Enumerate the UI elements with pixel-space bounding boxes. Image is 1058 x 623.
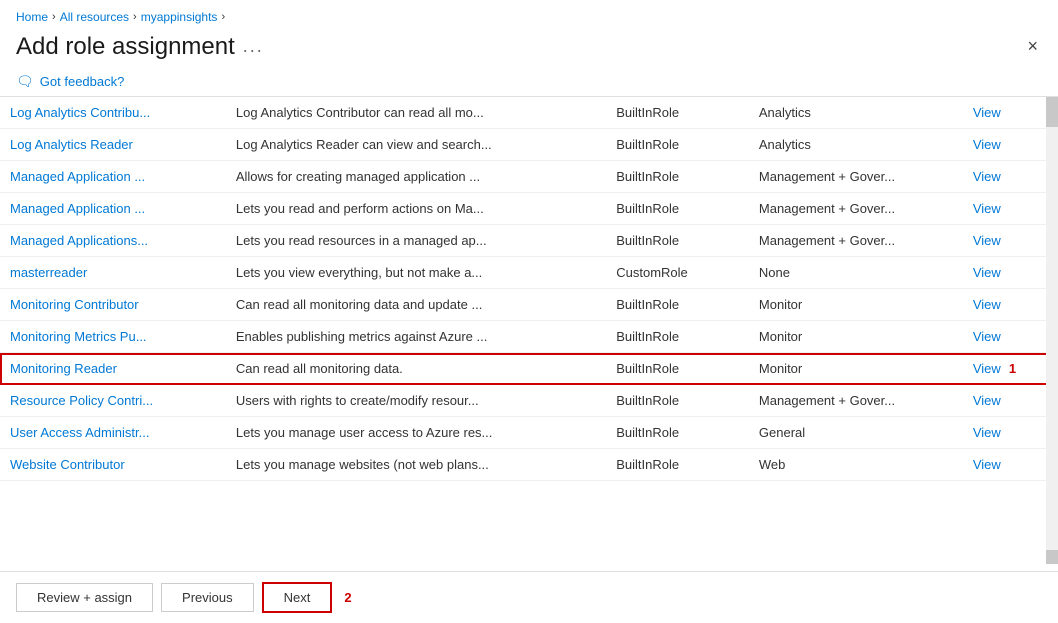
role-description: Lets you read and perform actions on Ma.… bbox=[226, 193, 606, 225]
role-view-link[interactable]: View bbox=[963, 385, 1058, 417]
title-row: Add role assignment ... bbox=[16, 33, 264, 61]
page-title: Add role assignment bbox=[16, 33, 235, 61]
role-name: Resource Policy Contri... bbox=[0, 385, 226, 417]
role-category: None bbox=[749, 257, 963, 289]
role-description: Allows for creating managed application … bbox=[226, 161, 606, 193]
role-description: Users with rights to create/modify resou… bbox=[226, 385, 606, 417]
role-view-link[interactable]: View bbox=[963, 129, 1058, 161]
role-type: BuiltInRole bbox=[606, 97, 749, 129]
role-view-link[interactable]: View bbox=[963, 97, 1058, 129]
table-row[interactable]: Monitoring Metrics Pu...Enables publishi… bbox=[0, 321, 1058, 353]
role-type: BuiltInRole bbox=[606, 353, 749, 385]
more-icon[interactable]: ... bbox=[243, 36, 264, 57]
role-category: Monitor bbox=[749, 353, 963, 385]
breadcrumb-all-resources[interactable]: All resources bbox=[60, 10, 129, 24]
role-category: Analytics bbox=[749, 97, 963, 129]
role-category: Monitor bbox=[749, 321, 963, 353]
role-description: Lets you view everything, but not make a… bbox=[226, 257, 606, 289]
role-type: BuiltInRole bbox=[606, 161, 749, 193]
role-name: User Access Administr... bbox=[0, 417, 226, 449]
row-badge: 1 bbox=[1009, 361, 1016, 376]
role-view-link[interactable]: View1 bbox=[963, 353, 1058, 385]
role-type: BuiltInRole bbox=[606, 225, 749, 257]
role-view-link[interactable]: View bbox=[963, 193, 1058, 225]
roles-table-container: Log Analytics Contribu...Log Analytics C… bbox=[0, 96, 1058, 564]
scrollbar[interactable] bbox=[1046, 97, 1058, 564]
table-row[interactable]: User Access Administr...Lets you manage … bbox=[0, 417, 1058, 449]
role-type: CustomRole bbox=[606, 257, 749, 289]
feedback-link[interactable]: Got feedback? bbox=[40, 74, 125, 89]
role-description: Enables publishing metrics against Azure… bbox=[226, 321, 606, 353]
role-view-link[interactable]: View bbox=[963, 417, 1058, 449]
role-description: Lets you manage user access to Azure res… bbox=[226, 417, 606, 449]
role-name: Monitoring Reader bbox=[0, 353, 226, 385]
role-name: Monitoring Metrics Pu... bbox=[0, 321, 226, 353]
role-name: Monitoring Contributor bbox=[0, 289, 226, 321]
breadcrumb-sep-3: › bbox=[221, 11, 225, 23]
role-category: Monitor bbox=[749, 289, 963, 321]
role-name: masterreader bbox=[0, 257, 226, 289]
table-row[interactable]: Managed Application ...Allows for creati… bbox=[0, 161, 1058, 193]
role-view-link[interactable]: View bbox=[963, 289, 1058, 321]
role-type: BuiltInRole bbox=[606, 385, 749, 417]
next-button[interactable]: Next bbox=[262, 582, 333, 613]
page-header: Add role assignment ... × bbox=[0, 28, 1058, 69]
review-assign-button[interactable]: Review + assign bbox=[16, 583, 153, 612]
role-category: General bbox=[749, 417, 963, 449]
role-type: BuiltInRole bbox=[606, 417, 749, 449]
role-name: Managed Applications... bbox=[0, 225, 226, 257]
roles-table: Log Analytics Contribu...Log Analytics C… bbox=[0, 97, 1058, 481]
scrollbar-thumb-top[interactable] bbox=[1046, 97, 1058, 127]
table-row[interactable]: Monitoring ReaderCan read all monitoring… bbox=[0, 353, 1058, 385]
role-view-link[interactable]: View bbox=[963, 161, 1058, 193]
role-name: Log Analytics Reader bbox=[0, 129, 226, 161]
table-row[interactable]: Managed Applications...Lets you read res… bbox=[0, 225, 1058, 257]
footer: Review + assign Previous Next 2 bbox=[0, 571, 1058, 623]
role-category: Management + Gover... bbox=[749, 161, 963, 193]
breadcrumb-myappinsights[interactable]: myappinsights bbox=[141, 10, 218, 24]
role-name: Managed Application ... bbox=[0, 193, 226, 225]
role-description: Log Analytics Reader can view and search… bbox=[226, 129, 606, 161]
table-row[interactable]: Resource Policy Contri...Users with righ… bbox=[0, 385, 1058, 417]
breadcrumb-sep-1: › bbox=[52, 11, 56, 23]
table-row[interactable]: Monitoring ContributorCan read all monit… bbox=[0, 289, 1058, 321]
role-type: BuiltInRole bbox=[606, 193, 749, 225]
role-category: Analytics bbox=[749, 129, 963, 161]
table-row[interactable]: Log Analytics Contribu...Log Analytics C… bbox=[0, 97, 1058, 129]
role-type: BuiltInRole bbox=[606, 449, 749, 481]
role-name: Website Contributor bbox=[0, 449, 226, 481]
role-type: BuiltInRole bbox=[606, 321, 749, 353]
feedback-bar: 🗨 Got feedback? bbox=[0, 69, 1058, 96]
role-description: Log Analytics Contributor can read all m… bbox=[226, 97, 606, 129]
role-view-link[interactable]: View bbox=[963, 321, 1058, 353]
role-category: Management + Gover... bbox=[749, 225, 963, 257]
next-badge: 2 bbox=[344, 590, 351, 605]
role-description: Can read all monitoring data. bbox=[226, 353, 606, 385]
role-category: Web bbox=[749, 449, 963, 481]
table-row[interactable]: Website ContributorLets you manage websi… bbox=[0, 449, 1058, 481]
role-category: Management + Gover... bbox=[749, 193, 963, 225]
scrollbar-thumb-bottom[interactable] bbox=[1046, 550, 1058, 564]
role-type: BuiltInRole bbox=[606, 289, 749, 321]
role-description: Lets you manage websites (not web plans.… bbox=[226, 449, 606, 481]
breadcrumb-home[interactable]: Home bbox=[16, 10, 48, 24]
close-icon[interactable]: × bbox=[1023, 32, 1042, 61]
role-description: Can read all monitoring data and update … bbox=[226, 289, 606, 321]
role-view-link[interactable]: View bbox=[963, 225, 1058, 257]
table-row[interactable]: masterreaderLets you view everything, bu… bbox=[0, 257, 1058, 289]
role-category: Management + Gover... bbox=[749, 385, 963, 417]
role-view-link[interactable]: View bbox=[963, 257, 1058, 289]
role-name: Log Analytics Contribu... bbox=[0, 97, 226, 129]
table-row[interactable]: Log Analytics ReaderLog Analytics Reader… bbox=[0, 129, 1058, 161]
previous-button[interactable]: Previous bbox=[161, 583, 254, 612]
breadcrumb: Home › All resources › myappinsights › bbox=[0, 0, 1058, 28]
feedback-person-icon: 🗨 bbox=[16, 73, 34, 90]
role-name: Managed Application ... bbox=[0, 161, 226, 193]
breadcrumb-sep-2: › bbox=[133, 11, 137, 23]
role-type: BuiltInRole bbox=[606, 129, 749, 161]
role-description: Lets you read resources in a managed ap.… bbox=[226, 225, 606, 257]
table-row[interactable]: Managed Application ...Lets you read and… bbox=[0, 193, 1058, 225]
role-view-link[interactable]: View bbox=[963, 449, 1058, 481]
